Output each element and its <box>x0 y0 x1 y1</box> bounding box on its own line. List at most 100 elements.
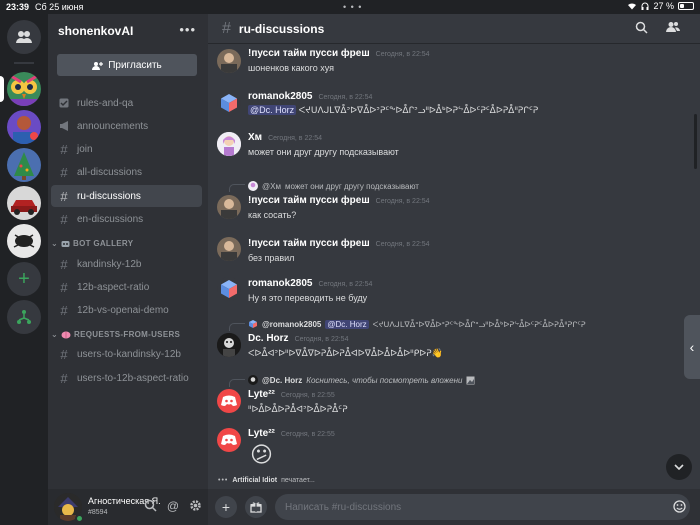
author-name[interactable]: Lyte²² <box>248 428 275 439</box>
bug-icon[interactable] <box>7 224 41 258</box>
status-indicators: 27 % <box>627 1 694 11</box>
author-name[interactable]: Dc. Horz <box>248 333 289 344</box>
message-header: Хм Сегодня, в 22:54 <box>248 132 322 143</box>
category-bot-gallery[interactable]: ⌄ BOT GALLERY <box>51 239 133 248</box>
server-rail: + <box>0 14 48 525</box>
author-name[interactable]: !пусси тайм пусси фреш <box>248 48 370 59</box>
channel-users-to-kandinsky-12b[interactable]: # users-to-kandinsky-12b <box>51 343 202 365</box>
channel-users-to-12b-aspect-ratio[interactable]: # users-to-12b-aspect-ratio <box>51 367 202 389</box>
author-name[interactable]: Хм <box>248 132 262 143</box>
channel-join[interactable]: # join <box>51 138 202 160</box>
channel-ru-discussions[interactable]: # ru-discussions <box>51 185 202 207</box>
channel-label: rules-and-qa <box>77 97 134 109</box>
discord-home-icon[interactable] <box>7 20 41 54</box>
plus-icon[interactable]: + <box>215 496 237 518</box>
avatar[interactable] <box>217 428 241 452</box>
gear-icon[interactable] <box>189 499 202 512</box>
message-text: ᐦᐅᐂᐅᐂᐅᕈᐂᐊᐣᐅᐂᐅᕈᐂᑦᕈ <box>248 404 348 414</box>
reply-author: @romanok2805 <box>262 319 322 329</box>
hash-icon: # <box>60 302 68 318</box>
timestamp: Сегодня, в 22:54 <box>375 198 430 205</box>
mention-icon[interactable]: @ <box>167 499 179 513</box>
chevron-down-icon: ⌄ <box>51 330 59 339</box>
guild-name[interactable]: shonenkovAI <box>58 24 133 38</box>
reply-connector <box>229 323 245 331</box>
channel-en-discussions[interactable]: # en-discussions <box>51 208 202 230</box>
chevron-down-icon: ⌄ <box>51 239 59 248</box>
hash-icon: # <box>222 19 231 37</box>
owl-art-icon[interactable] <box>7 72 41 106</box>
timestamp: Сегодня, в 22:54 <box>318 94 373 101</box>
author-name[interactable]: !пусси тайм пусси фреш <box>248 238 370 249</box>
members-icon[interactable] <box>666 21 680 33</box>
invite-button[interactable]: Пригласить <box>57 54 197 76</box>
car-icon[interactable] <box>7 186 41 220</box>
channel-12b-aspect-ratio[interactable]: # 12b-aspect-ratio <box>51 276 202 298</box>
avatar[interactable] <box>217 333 241 357</box>
message-text: шоненков какого хуя <box>248 63 335 73</box>
server-avatar-icon[interactable] <box>7 110 41 144</box>
search-icon[interactable] <box>635 21 648 34</box>
channel-all-discussions[interactable]: # all-discussions <box>51 161 202 183</box>
author-name[interactable]: romanok2805 <box>248 278 312 289</box>
hash-icon: # <box>60 211 68 227</box>
user-mention[interactable]: @Dc. Horz <box>248 105 297 115</box>
avatar[interactable] <box>217 389 241 413</box>
channel-header: # ru-discussions <box>208 14 700 44</box>
add-user-icon <box>92 61 104 70</box>
jump-to-bottom-chevron-icon[interactable] <box>666 454 692 480</box>
message-text: @Dc. Horz ᐸᔪᑌᐱᒍᒪᐁᐂᐣᐅᐁᐂᐅᐣᕈᑦᖕᐅᐂᒋᐣᓗᐦᐅᐂᒃᐅᕈᖦᐂ… <box>248 105 538 116</box>
hash-icon: # <box>60 370 68 386</box>
christmas-tree-icon[interactable] <box>7 148 41 182</box>
avatar[interactable] <box>217 91 241 115</box>
chevron-left-icon[interactable]: ‹ <box>684 315 700 379</box>
discord-logo-icon <box>221 395 237 406</box>
reply-connector <box>229 379 245 387</box>
message-text: Ну я это переводить не буду <box>248 293 368 303</box>
timestamp: Сегодня, в 22:55 <box>280 392 335 399</box>
emoji-icon[interactable] <box>673 500 686 516</box>
avatar[interactable] <box>217 49 241 73</box>
channel-label: users-to-kandinsky-12b <box>77 348 181 360</box>
discord-logo-icon <box>221 434 237 445</box>
reply-preview[interactable]: @Dc. Horz Коснитесь, чтобы посмотреть вл… <box>248 375 475 385</box>
discord-app: 23:39 Сб 25 июня • • • 27 % + shonenkovA… <box>0 0 700 525</box>
avatar[interactable] <box>217 277 241 301</box>
channel-announcements[interactable]: announcements <box>51 115 202 137</box>
reply-mention: @Dc. Horz <box>325 319 369 329</box>
author-name[interactable]: Lyte²² <box>248 389 275 400</box>
gift-icon[interactable] <box>245 496 267 518</box>
user-panel: Агностическая Я... #8594 @ <box>48 489 208 525</box>
status-date: Сб 25 июня <box>35 2 84 12</box>
reply-preview[interactable]: @Хм может они друг другу подсказывают <box>248 181 419 191</box>
message-scrollbar[interactable] <box>694 114 697 169</box>
hash-icon: # <box>60 188 68 204</box>
explore-hubs-icon[interactable] <box>7 300 41 334</box>
reply-preview[interactable]: @romanok2805 @Dc. Horz ᐸᔪᑌᐱᒍᒪᐁᐂᐣᐅᐁᐂᐅᐣᕈᑦᖕ… <box>248 319 586 329</box>
message-input[interactable] <box>275 494 690 520</box>
avatar[interactable] <box>217 132 241 156</box>
avatar[interactable] <box>217 195 241 219</box>
timestamp: Сегодня, в 22:55 <box>280 431 335 438</box>
multitasking-dots-icon[interactable]: • • • <box>343 2 362 12</box>
hash-icon: # <box>60 346 68 362</box>
ellipsis-icon[interactable]: ••• <box>179 22 196 37</box>
headphones-icon <box>641 2 649 10</box>
category-requests-from-users[interactable]: ⌄ REQUESTS-FROM-USERS <box>51 330 180 339</box>
author-name[interactable]: !пусси тайм пусси фреш <box>248 195 370 206</box>
channel-label: announcements <box>77 120 149 132</box>
reply-avatar <box>248 181 258 191</box>
channel-12b-vs-openai-demo[interactable]: # 12b-vs-openai-demo <box>51 299 202 321</box>
message-text: может они друг другу подсказывают <box>248 147 399 157</box>
hash-icon: # <box>60 164 68 180</box>
search-user-icon[interactable] <box>144 499 157 512</box>
avatar[interactable] <box>217 237 241 261</box>
channel-label: kandinsky-12b <box>77 258 142 270</box>
channel-kandinsky-12b[interactable]: # kandinsky-12b <box>51 253 202 275</box>
add-server-plus-icon[interactable]: + <box>7 262 41 296</box>
author-name[interactable]: romanok2805 <box>248 91 312 102</box>
channel-title: ru-discussions <box>238 21 325 36</box>
channel-rules-and-qa[interactable]: rules-and-qa <box>51 92 202 114</box>
reply-text: ᐸᔪᑌᐱᒍᒪᐁᐂᐣᐅᐁᐂᐅᐣᕈᑦᖕᐅᐂᒋᐣᓗᐦᐅᐂᒃᐅᕈᖦᐂᐅᑦᕈᑦᐂᐅᕈᐂᐦᕈ… <box>372 319 586 329</box>
category-label: REQUESTS-FROM-USERS <box>74 330 181 339</box>
